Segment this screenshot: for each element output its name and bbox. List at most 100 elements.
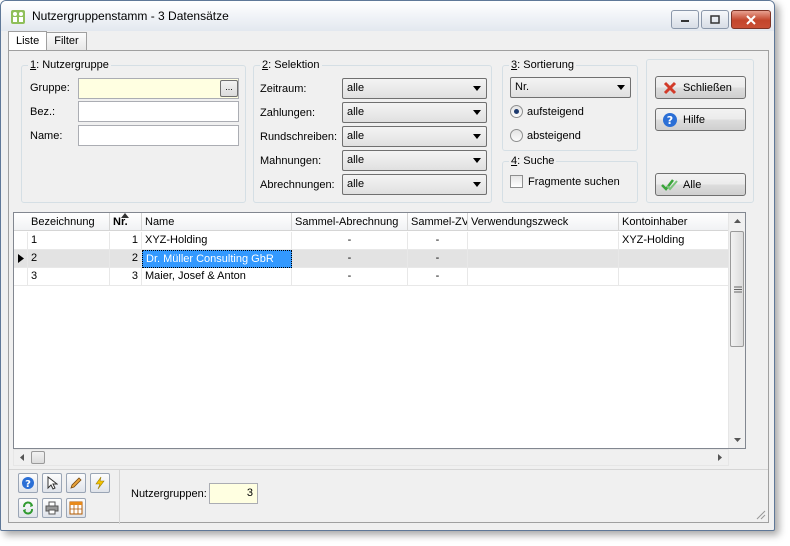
chevron-down-icon — [473, 182, 481, 187]
sort-ascending-icon — [121, 213, 129, 218]
table-row[interactable]: 2 2 Dr. Müller Consulting GbR - - — [14, 250, 745, 268]
help-button[interactable]: ? Hilfe — [655, 108, 746, 131]
rundschreiben-select[interactable]: alle — [342, 126, 487, 147]
mahnungen-select[interactable]: alle — [342, 150, 487, 171]
radio-aufsteigend[interactable]: aufsteigend — [510, 105, 584, 118]
red-x-icon — [661, 79, 679, 97]
chevron-down-icon — [473, 86, 481, 91]
name-label: Name: — [30, 130, 63, 142]
window-close-button[interactable] — [731, 10, 771, 29]
sort-select[interactable]: Nr. — [510, 77, 631, 98]
chevron-down-icon — [473, 110, 481, 115]
gruppe-browse-button[interactable]: ... — [220, 80, 238, 97]
fragmente-checkbox[interactable]: Fragmente suchen — [510, 175, 620, 188]
horizontal-scrollbar[interactable] — [13, 449, 729, 466]
help-icon: ? — [22, 477, 34, 490]
edit-tool-button[interactable] — [66, 473, 86, 493]
resize-grip-icon[interactable] — [754, 508, 766, 520]
people-group-icon — [11, 10, 25, 24]
column-header-verwendungszweck[interactable]: Verwendungszweck — [468, 213, 619, 231]
print-tool-button[interactable] — [42, 498, 62, 518]
group-selektion-title: : Selektion — [268, 59, 320, 71]
group-sortierung-title: : Sortierung — [517, 59, 574, 71]
scroll-left-icon — [20, 454, 24, 461]
column-header-name[interactable]: Name — [142, 213, 292, 231]
nutzergruppen-count-value: 3 — [209, 483, 258, 504]
column-header-nr[interactable]: Nr. — [110, 213, 142, 231]
column-header-sammel-abrechnung[interactable]: Sammel-Abrechnung — [292, 213, 408, 231]
tab-liste[interactable]: Liste — [8, 31, 48, 51]
group-suche: 4: Suche Fragmente suchen — [502, 155, 638, 203]
cursor-icon — [47, 476, 58, 490]
gruppe-label: Gruppe: — [30, 82, 70, 94]
footer-divider — [119, 469, 120, 524]
all-button[interactable]: Alle — [655, 173, 746, 196]
refresh-icon — [23, 501, 33, 515]
table-export-icon — [69, 501, 83, 515]
zeitraum-label: Zeitraum: — [260, 83, 307, 95]
scroll-right-icon — [718, 454, 722, 461]
group-actions: Schließen ? Hilfe Alle — [646, 59, 754, 203]
zahlungen-label: Zahlungen: — [260, 107, 316, 119]
group-sortierung: 3: Sortierung Nr. aufsteigend absteigend — [502, 59, 638, 151]
check-all-icon — [661, 176, 679, 194]
bez-label: Bez.: — [30, 106, 56, 118]
nutzergruppen-table[interactable]: Bezeichnung Nr. Name Sammel-Abrechnung S… — [13, 212, 746, 449]
group-nutzergruppe: 1: Nutzergruppe Gruppe: ... Bez.: Name: — [21, 59, 246, 203]
chevron-down-icon — [473, 134, 481, 139]
title-bar[interactable]: Nutzergruppenstamm - 3 Datensätze — [1, 1, 774, 31]
svg-text:?: ? — [667, 114, 673, 127]
group-nutzergruppe-title: : Nutzergruppe — [36, 59, 109, 71]
select-tool-button[interactable] — [42, 473, 62, 493]
table-header: Bezeichnung Nr. Name Sammel-Abrechnung S… — [14, 213, 745, 231]
minimize-icon — [681, 19, 689, 22]
refresh-tool-button[interactable] — [18, 498, 38, 518]
footer-separator — [9, 469, 768, 470]
hscroll-thumb[interactable] — [31, 451, 45, 464]
list-panel: 1: Nutzergruppe Gruppe: ... Bez.: Name: … — [8, 50, 769, 524]
printer-icon — [45, 501, 59, 515]
svg-text:?: ? — [25, 479, 31, 490]
abrechnungen-select[interactable]: alle — [342, 174, 487, 195]
close-button[interactable]: Schließen — [655, 76, 746, 99]
grip-icon — [734, 286, 742, 293]
close-icon — [746, 14, 756, 25]
scroll-thumb[interactable] — [730, 231, 744, 347]
table-row[interactable]: 1 1 XYZ-Holding - - XYZ-Holding — [14, 232, 745, 250]
tab-filter[interactable]: Filter — [46, 32, 87, 51]
table-row[interactable]: 3 3 Maier, Josef & Anton - - — [14, 268, 745, 286]
row-pointer-icon — [18, 254, 24, 263]
radio-dot — [510, 105, 523, 118]
bez-input[interactable] — [78, 101, 239, 122]
column-header-kontoinhaber[interactable]: Kontoinhaber — [619, 213, 730, 231]
name-input[interactable] — [78, 125, 239, 146]
zeitraum-select[interactable]: alle — [342, 78, 487, 99]
window-title: Nutzergruppenstamm - 3 Datensätze — [32, 9, 229, 23]
active-cell[interactable]: Dr. Müller Consulting GbR — [142, 250, 292, 268]
checkbox-box — [510, 175, 523, 188]
radio-absteigend[interactable]: absteigend — [510, 129, 581, 142]
scroll-up-icon — [734, 219, 741, 223]
maximize-button[interactable] — [701, 10, 729, 29]
chevron-down-icon — [617, 85, 625, 90]
pencil-icon — [70, 477, 82, 489]
maximize-icon — [710, 15, 720, 24]
action-tool-button[interactable] — [90, 473, 110, 493]
export-tool-button[interactable] — [66, 498, 86, 518]
radio-dot — [510, 129, 523, 142]
tab-strip: Liste Filter — [8, 31, 87, 51]
vertical-scrollbar[interactable] — [728, 213, 745, 448]
zahlungen-select[interactable]: alle — [342, 102, 487, 123]
column-header-bezeichnung[interactable]: Bezeichnung — [28, 213, 110, 231]
rundschreiben-label: Rundschreiben: — [260, 131, 338, 143]
group-suche-title: : Suche — [517, 155, 555, 167]
nutzergruppen-count-label: Nutzergruppen: — [131, 488, 207, 500]
group-selektion: 2: Selektion Zeitraum: alle Zahlungen: a… — [253, 59, 492, 203]
lightning-icon — [95, 476, 105, 490]
chevron-down-icon — [473, 158, 481, 163]
gruppe-input[interactable] — [78, 78, 239, 99]
help-icon: ? — [661, 111, 679, 129]
minimize-button[interactable] — [671, 10, 699, 29]
help-tool-button[interactable]: ? — [18, 473, 38, 493]
column-header-sammel-zv[interactable]: Sammel-ZV — [408, 213, 468, 231]
